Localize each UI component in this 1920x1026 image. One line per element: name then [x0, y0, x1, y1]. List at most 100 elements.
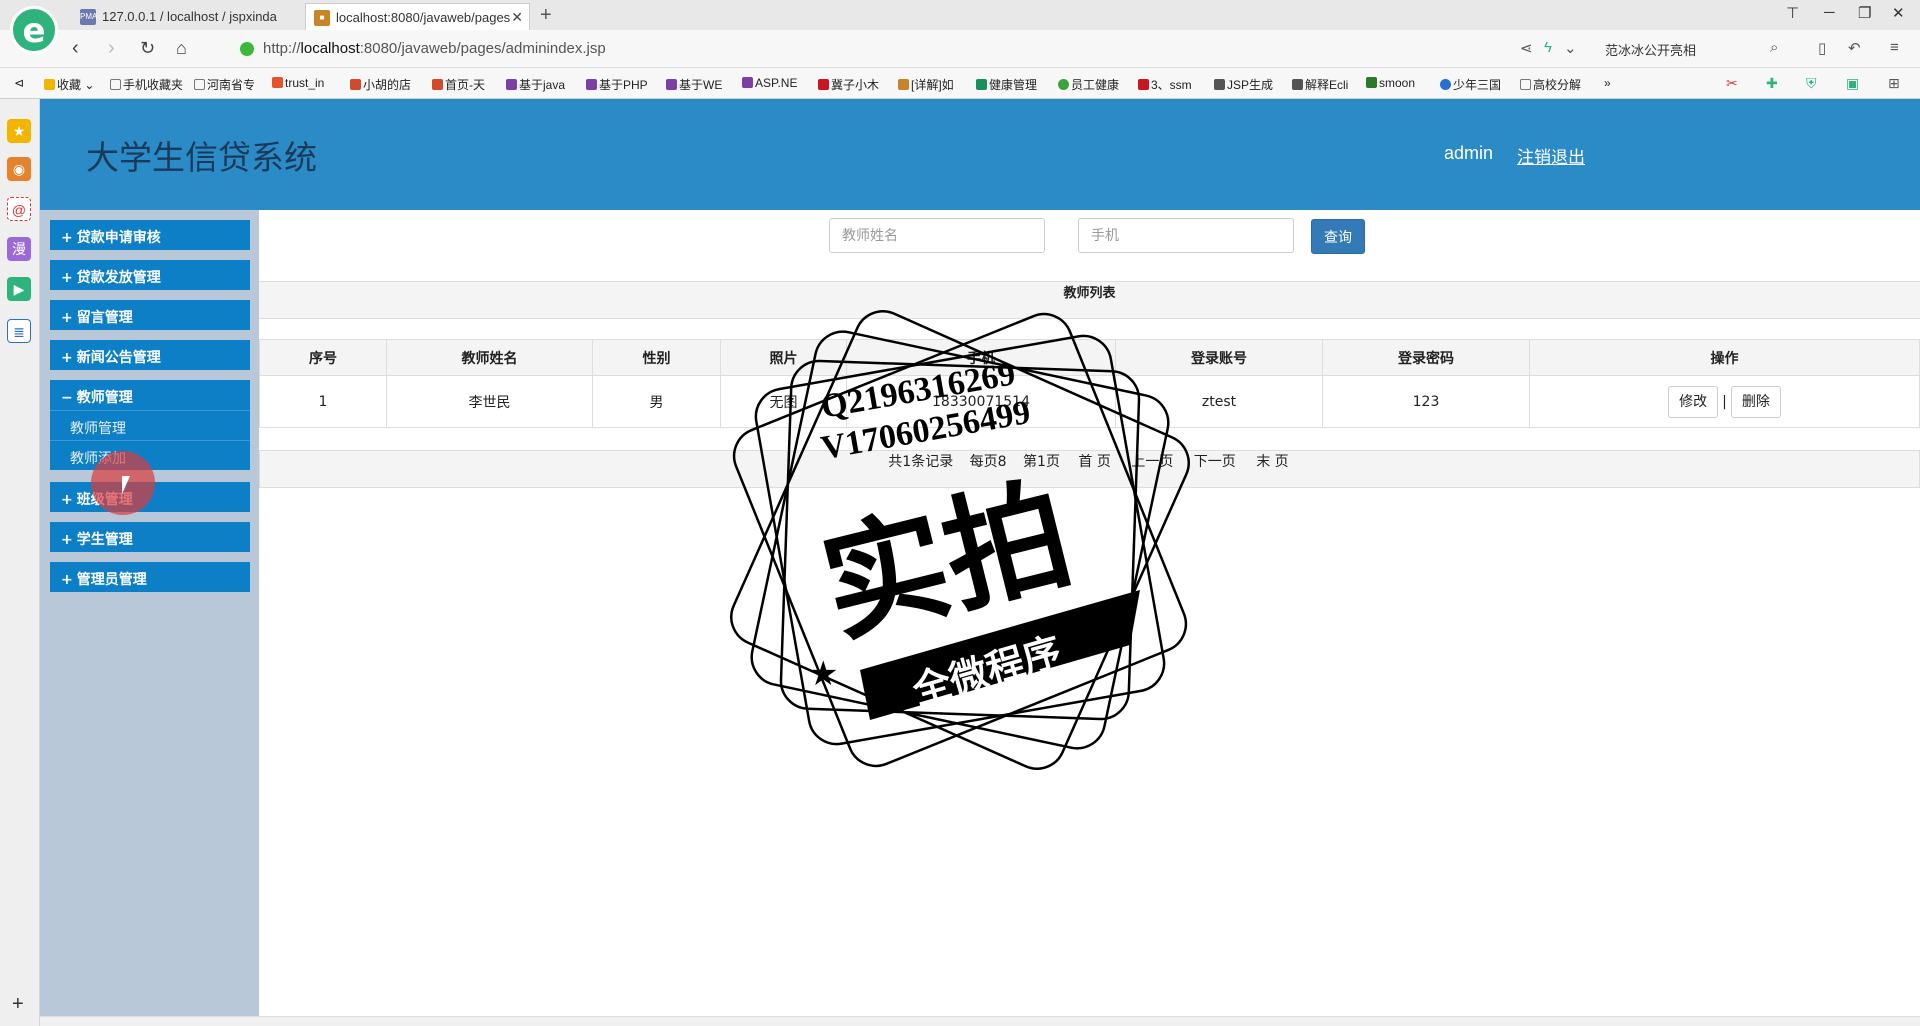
bookmark-item[interactable]: 员工健康	[1058, 76, 1119, 93]
query-button[interactable]: 查询	[1311, 219, 1365, 254]
bookmark-item[interactable]: 河南省专	[194, 76, 255, 93]
dock-add-icon[interactable]: +	[12, 993, 24, 1016]
pager-next[interactable]: 下一页	[1194, 454, 1236, 470]
bookmark-item[interactable]: 基于java	[506, 76, 565, 93]
lightning-icon[interactable]: ϟ	[1544, 39, 1552, 56]
edit-button[interactable]: 修改	[1668, 385, 1719, 418]
cell-phone: 18330071514	[846, 375, 1116, 428]
status-bar	[40, 1016, 1920, 1026]
delete-button[interactable]: 删除	[1730, 385, 1781, 418]
browser-tab-phpmyadmin[interactable]: PMA 127.0.0.1 / localhost / jspxinda	[72, 3, 304, 30]
mobile-icon[interactable]: ▯	[1818, 39, 1826, 57]
menu-icon[interactable]: ≡	[1890, 39, 1899, 56]
sidebar-menu-teachers[interactable]: − 教师管理	[50, 380, 250, 410]
sidebar-menu-students[interactable]: + 学生管理	[50, 522, 250, 552]
game-icon[interactable]: ▣	[1846, 75, 1859, 92]
cell-name: 李世民	[386, 375, 593, 428]
bookmark-item[interactable]: [详解]如	[898, 76, 954, 93]
browser-tab-bar: PMA 127.0.0.1 / localhost / jspxinda ■ l…	[0, 0, 1920, 30]
weibo-icon[interactable]: ◉	[7, 157, 31, 181]
chevron-down-icon[interactable]: ⌄	[1564, 39, 1577, 57]
sidebar-menu-loan-review[interactable]: + 贷款申请审核	[50, 220, 250, 250]
shirt-skin-icon[interactable]: ⊤	[1786, 4, 1799, 22]
table-title: 教师列表	[259, 281, 1920, 319]
bookmark-more-icon[interactable]: »	[1604, 76, 1611, 90]
share-icon[interactable]: ⋖	[1520, 39, 1533, 57]
search-icon[interactable]: ⌕	[1770, 39, 1778, 56]
sidebar-item-teacher-manage[interactable]: 教师管理	[50, 410, 250, 440]
col-header-phone: 手机	[846, 339, 1116, 376]
pager-total: 共1条记录	[888, 454, 954, 470]
new-tab-icon[interactable]: +	[540, 3, 552, 27]
main-content: 查询 教师列表 序号 教师姓名 性别 照片 手机 登录账号 登录密码 操作 1 …	[259, 210, 1920, 1016]
sidebar-menu-messages[interactable]: + 留言管理	[50, 300, 250, 330]
bookmark-toggle-icon[interactable]: ⊲	[14, 76, 24, 90]
bookmark-item[interactable]: 基于WE	[666, 76, 722, 93]
pager-last[interactable]: 末 页	[1256, 454, 1288, 470]
video-icon[interactable]: ▶	[7, 277, 31, 301]
undo-icon[interactable]: ↶	[1848, 39, 1861, 57]
back-icon[interactable]: ‹	[72, 36, 79, 60]
add-extension-icon[interactable]: ✚	[1766, 75, 1778, 92]
restore-icon[interactable]: ❐	[1858, 4, 1871, 22]
search-suggestion[interactable]: 范冰冰公开亮相	[1605, 40, 1696, 59]
url-field[interactable]: http://localhost:8080/javaweb/pages/admi…	[263, 40, 606, 57]
bookmark-item[interactable]: 首页-天	[432, 76, 485, 93]
bookmark-item[interactable]: trust_in	[272, 76, 324, 90]
bookmark-item[interactable]: 3、ssm	[1138, 76, 1192, 93]
teacher-name-input[interactable]	[829, 218, 1045, 253]
bookmark-item[interactable]: ASP.NE	[742, 76, 797, 90]
pager-first[interactable]: 首 页	[1078, 454, 1110, 470]
scissors-icon[interactable]: ✂	[1726, 75, 1738, 92]
close-window-icon[interactable]: ✕	[1892, 4, 1905, 22]
address-bar: ‹ › ↻ ⌂ http://localhost:8080/javaweb/pa…	[0, 30, 1920, 68]
bookmark-item[interactable]: smoon	[1366, 76, 1415, 90]
cell-no: 1	[259, 375, 387, 428]
phpmyadmin-favicon-icon: PMA	[80, 9, 97, 25]
col-header-password: 登录密码	[1322, 339, 1530, 376]
sidebar-menu-loan-disbursement[interactable]: + 贷款发放管理	[50, 260, 250, 290]
pager-per-page: 每页8	[969, 454, 1007, 470]
apps-grid-icon[interactable]: ⊞	[1888, 75, 1900, 92]
col-header-account: 登录账号	[1115, 339, 1323, 376]
tab-label: localhost:8080/javaweb/pages	[336, 10, 511, 25]
col-header-no: 序号	[259, 339, 387, 376]
sidebar-menu-admins[interactable]: + 管理员管理	[50, 562, 250, 592]
browser-logo-icon[interactable]: e	[10, 6, 58, 54]
bookmark-item[interactable]: JSP生成	[1214, 76, 1273, 93]
tab-close-icon[interactable]: ✕	[511, 4, 523, 30]
logout-link[interactable]: 注销退出	[1517, 143, 1585, 168]
table-row: 1 李世民 男 无图 18330071514 ztest 123 修改 | 删除	[259, 375, 1920, 428]
cell-photo: 无图	[720, 375, 847, 428]
safety-shield-icon[interactable]: ⛨	[1806, 75, 1817, 92]
minimize-icon[interactable]: ─	[1824, 4, 1835, 21]
bookmark-item[interactable]: 高校分解	[1520, 76, 1581, 93]
reload-icon[interactable]: ↻	[140, 36, 155, 60]
current-user: admin	[1444, 143, 1494, 163]
favorites-star-icon[interactable]: ★	[7, 119, 31, 143]
browser-tab-active[interactable]: ■ localhost:8080/javaweb/pages ✕	[305, 3, 530, 30]
cell-actions: 修改 | 删除	[1529, 375, 1920, 428]
col-header-name: 教师姓名	[386, 339, 593, 376]
mail-icon[interactable]: @	[7, 197, 31, 221]
app-title: 大学生信贷系统	[86, 139, 317, 176]
home-icon[interactable]: ⌂	[176, 36, 187, 60]
sidebar-menu-news[interactable]: + 新闻公告管理	[50, 340, 250, 370]
document-icon[interactable]: ≣	[7, 319, 31, 343]
cell-password: 123	[1322, 375, 1530, 428]
bookmark-item[interactable]: 冀子小木	[818, 76, 879, 93]
bookmark-item[interactable]: 收藏 ⌄	[44, 76, 94, 93]
pager-prev[interactable]: 上一页	[1131, 454, 1173, 470]
bookmark-item[interactable]: 少年三国	[1440, 76, 1501, 93]
sidebar: + 贷款申请审核 + 贷款发放管理 + 留言管理 + 新闻公告管理 − 教师管理 教师管理…	[40, 210, 259, 1016]
bookmark-item[interactable]: 基于PHP	[586, 76, 648, 93]
comic-icon[interactable]: 漫	[7, 237, 31, 261]
col-header-photo: 照片	[720, 339, 847, 376]
phone-input[interactable]	[1078, 218, 1294, 253]
bookmark-item[interactable]: 健康管理	[976, 76, 1037, 93]
bookmark-item[interactable]: 小胡的店	[350, 76, 411, 93]
col-header-actions: 操作	[1529, 339, 1920, 376]
forward-icon[interactable]: ›	[108, 36, 115, 60]
bookmark-item[interactable]: 手机收藏夹	[110, 76, 183, 93]
bookmark-item[interactable]: 解释Ecli	[1292, 76, 1348, 93]
